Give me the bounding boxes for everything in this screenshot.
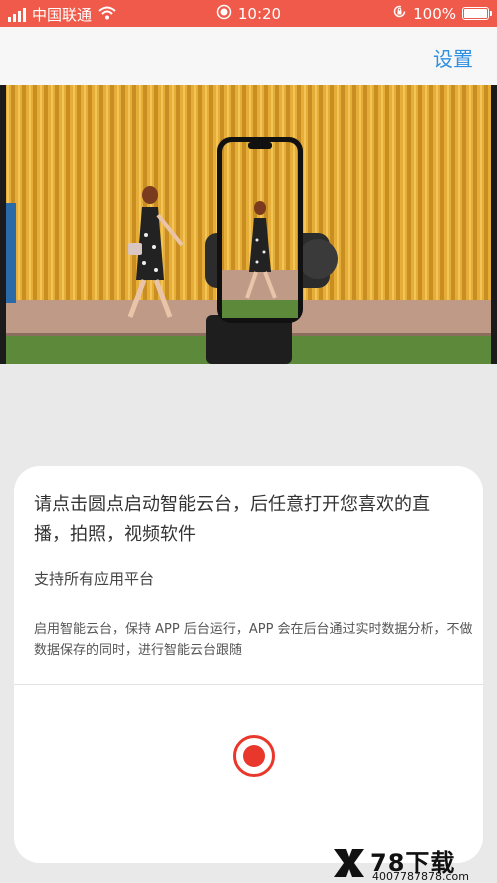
settings-button[interactable]: 设置 xyxy=(433,43,473,72)
divider xyxy=(14,684,483,685)
status-bar: 中国联通 10:20 100% xyxy=(0,0,497,27)
instruction-headline: 请点击圆点启动智能云台，后任意打开您喜欢的直播，拍照，视频软件 xyxy=(34,494,430,545)
platform-support-text: 支持所有应用平台 xyxy=(34,570,155,588)
watermark: 78下载 4007787878.com xyxy=(332,843,492,883)
feature-description: 启用智能云台，保持 APP 后台运行，APP 会在后台通过实时数据分析，不做数据… xyxy=(34,622,473,658)
status-right: 100% xyxy=(392,4,492,23)
start-gimbal-button[interactable] xyxy=(233,735,275,777)
record-indicator-icon xyxy=(216,4,232,24)
hero-image xyxy=(0,85,497,364)
watermark-url: 4007787878.com xyxy=(372,870,469,883)
clock: 10:20 xyxy=(237,5,282,23)
orientation-lock-icon xyxy=(392,4,407,23)
battery-icon xyxy=(462,7,492,20)
nav-bar: 设置 xyxy=(0,27,497,85)
instruction-card: 请点击圆点启动智能云台，后任意打开您喜欢的直播，拍照，视频软件 支持所有应用平台… xyxy=(14,466,483,863)
watermark-logo-icon xyxy=(334,849,364,877)
battery-percent: 100% xyxy=(413,4,456,23)
record-dot-icon xyxy=(243,745,265,767)
